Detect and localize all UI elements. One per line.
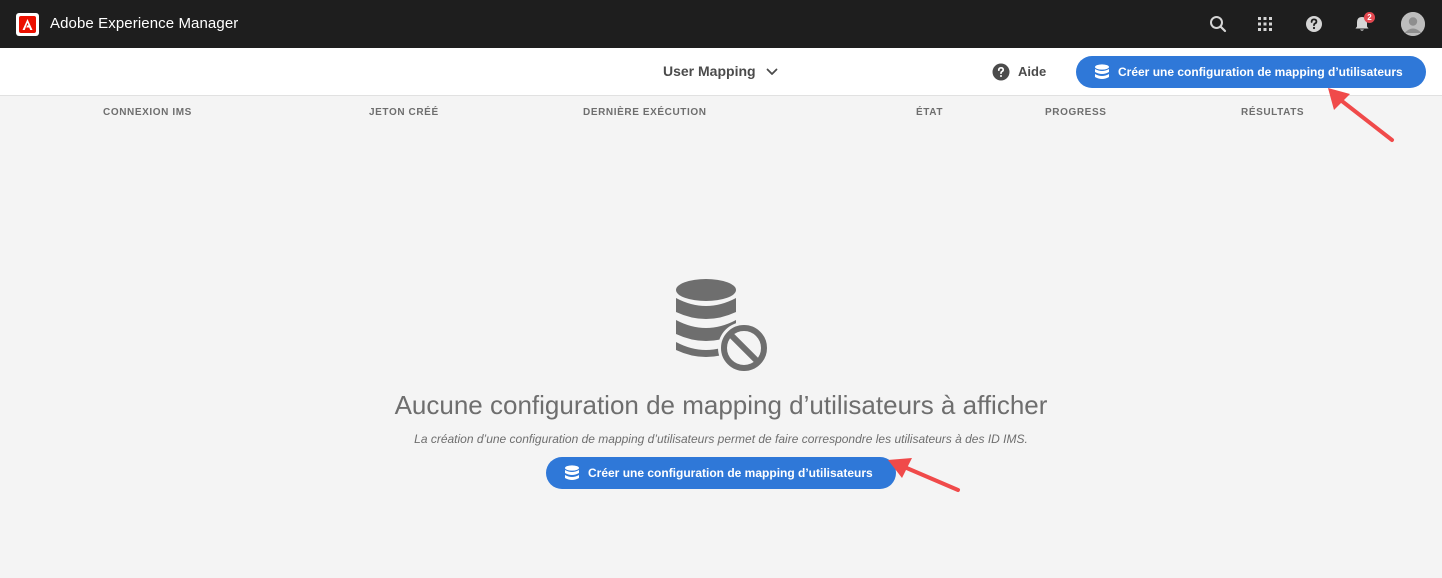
- column-header-status[interactable]: État: [916, 107, 943, 118]
- help-label: Aide: [1018, 64, 1047, 79]
- column-header-last-run[interactable]: Dernière exécution: [583, 107, 707, 118]
- global-header: Adobe Experience Manager 2: [0, 0, 1442, 48]
- action-bar: User Mapping Aide Créer une configuratio…: [0, 48, 1442, 96]
- create-config-button-top-label: Créer une configuration de mapping d’uti…: [1118, 65, 1403, 79]
- annotation-arrow-icon: [1328, 88, 1394, 142]
- empty-state-description: La création d’une configuration de mappi…: [414, 432, 1028, 446]
- database-icon: [565, 465, 579, 480]
- chevron-down-icon: [766, 68, 778, 75]
- column-header-progress[interactable]: Progress: [1045, 107, 1106, 118]
- user-avatar[interactable]: [1401, 12, 1425, 36]
- adobe-logo-icon[interactable]: [16, 13, 39, 36]
- column-header-results[interactable]: Résultats: [1241, 107, 1304, 118]
- notification-badge: 2: [1364, 12, 1375, 23]
- view-switcher-dropdown[interactable]: User Mapping: [663, 63, 778, 79]
- column-header-token-created[interactable]: Jeton créé: [369, 107, 439, 118]
- database-icon: [1095, 64, 1109, 79]
- database-blocked-icon: [672, 278, 772, 377]
- help-circle-icon: [992, 63, 1010, 81]
- empty-state-title: Aucune configuration de mapping d’utilis…: [394, 390, 1048, 420]
- app-title[interactable]: Adobe Experience Manager: [50, 15, 238, 32]
- apps-grid-icon[interactable]: [1253, 12, 1277, 36]
- create-config-button-main[interactable]: Créer une configuration de mapping d’uti…: [546, 457, 896, 489]
- view-switcher-label: User Mapping: [663, 63, 756, 79]
- search-icon[interactable]: [1206, 12, 1230, 36]
- annotation-arrow-icon: [888, 458, 960, 492]
- column-header-ims-connection[interactable]: Connexion IMS: [103, 107, 192, 118]
- create-config-button-main-label: Créer une configuration de mapping d’uti…: [588, 466, 873, 480]
- help-icon[interactable]: [1302, 12, 1326, 36]
